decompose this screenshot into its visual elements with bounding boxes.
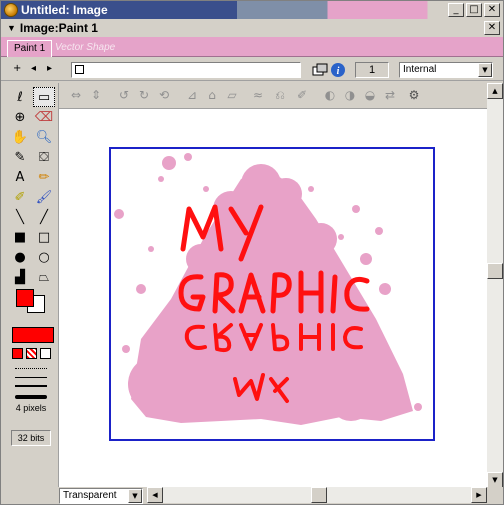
marquee-tool-icon[interactable]: ▭ [33, 87, 55, 107]
document-title: Image:Paint 1 [19, 21, 98, 35]
scroll-down-button[interactable]: ▼ [487, 472, 503, 488]
lighten-icon[interactable]: ◑ [341, 88, 359, 104]
darken-icon[interactable]: ◐ [321, 88, 339, 104]
line-width-1[interactable] [15, 377, 47, 378]
scroll-left-button[interactable]: ◀ [147, 487, 163, 503]
pencil-icon[interactable]: ✏ [33, 167, 55, 187]
invert-icon[interactable]: ◒ [361, 88, 379, 104]
eraser-icon[interactable]: ⌫ [33, 107, 55, 127]
scroll-up-button[interactable]: ▲ [487, 83, 503, 99]
pink-splatter [114, 153, 422, 425]
background-transparency-value: Transparent [63, 490, 117, 501]
rotate-right-icon[interactable]: ↻ [135, 88, 153, 104]
minimize-button[interactable]: _ [448, 3, 464, 17]
eyedropper-icon[interactable]: ✎ [9, 147, 31, 167]
add-cast-member-button[interactable]: + [13, 63, 21, 74]
artwork-bounds[interactable] [109, 147, 435, 441]
title-bar[interactable]: Untitled: Image _ □ ✕ [1, 1, 503, 19]
line-width-label: 4 pixels [15, 403, 47, 413]
tab-row: Paint 1 Vector Shape [1, 37, 503, 57]
filled-ellipse-icon[interactable]: ● [9, 247, 31, 267]
rotate-left-icon[interactable]: ↺ [115, 88, 133, 104]
previous-cast-member-button[interactable]: ◂ [31, 63, 36, 74]
free-rotate-icon[interactable]: ⟲ [155, 88, 173, 104]
fill-pattern-icon[interactable] [26, 348, 37, 359]
scroll-right-button[interactable]: ▶ [471, 487, 487, 503]
flip-horizontal-icon[interactable]: ⇔ [67, 88, 85, 104]
svg-text:i: i [337, 66, 340, 77]
ellipse-icon[interactable]: ○ [33, 247, 55, 267]
graphic-artwork [114, 153, 422, 425]
perspective-icon[interactable]: ⏥ [223, 88, 241, 104]
cast-member-name-field[interactable] [71, 62, 301, 78]
paint-canvas[interactable] [59, 109, 487, 487]
maximize-button[interactable]: □ [466, 3, 482, 17]
polygon-icon[interactable]: ⏢ [33, 267, 55, 287]
horizontal-scrollbar[interactable]: ◀ ▶ [147, 487, 487, 503]
chevron-down-icon: ▼ [478, 63, 492, 77]
cast-member-number[interactable]: 1 [355, 62, 389, 78]
flip-vertical-icon[interactable]: ⇕ [87, 88, 105, 104]
hand-tool-icon[interactable]: ✋ [9, 127, 31, 147]
collapse-arrow-icon[interactable]: ▼ [7, 23, 16, 33]
fill-solid-icon[interactable] [12, 348, 23, 359]
smooth-icon[interactable]: ≈ [249, 88, 267, 104]
cast-toolbar: + ◂ ▸ i 1 Internal ▼ [1, 59, 503, 81]
image-window: Untitled: Image _ □ ✕ ▼ Image:Paint 1 ✕ … [0, 0, 504, 505]
horizontal-scroll-thumb[interactable] [311, 487, 327, 503]
close-button[interactable]: ✕ [484, 3, 500, 17]
cast-member-type-icon [75, 65, 84, 74]
paint-effects-bar: ⇔ ⇕ ↺ ↻ ⟲ ⊿ ⌂ ⏥ ≈ ⎌ ✐ ◐ ◑ ◒ ⇄ ⚙ [59, 83, 487, 109]
paint-tools-panel: ℓ ▭ ⊕ ⌫ ✋ 🔍︎ ✎ ⛋ A ✏ ✐ 🖌︎ ╲ ╱ ■ □ ● ○ ▟ … [1, 83, 59, 488]
chevron-down-icon: ▼ [128, 489, 142, 503]
fill-icon[interactable]: ✐ [293, 88, 311, 104]
tab-vector-shape[interactable]: Vector Shape [49, 40, 121, 57]
ink-select[interactable]: Internal ▼ [399, 62, 493, 78]
registration-point-icon[interactable]: ⊕ [9, 107, 31, 127]
foreground-color-swatch[interactable] [16, 289, 34, 307]
zoom-icon[interactable]: 🔍︎ [33, 127, 55, 147]
document-bar: ▼ Image:Paint 1 ✕ [1, 19, 503, 37]
line-width-2[interactable] [15, 385, 47, 387]
trace-edges-icon[interactable]: ⎌ [271, 88, 289, 104]
ink-select-value: Internal [403, 64, 437, 75]
line-width-none[interactable] [15, 368, 47, 369]
switch-colors-icon[interactable]: ⇄ [381, 88, 399, 104]
brush-icon[interactable]: 🖌︎ [33, 187, 55, 207]
info-icon[interactable]: i [330, 62, 348, 78]
director-app-icon [4, 3, 18, 17]
filled-rectangle-icon[interactable]: ■ [9, 227, 31, 247]
next-cast-member-button[interactable]: ▸ [47, 63, 52, 74]
onion-skin-icon[interactable]: ⚙ [405, 88, 423, 104]
vertical-scrollbar[interactable]: ▲ ▼ [487, 83, 503, 488]
window-title: Untitled: Image [21, 3, 108, 17]
document-close-button[interactable]: ✕ [484, 21, 500, 35]
drag-cast-member-icon[interactable] [311, 62, 329, 78]
bit-depth-indicator: 32 bits [11, 430, 51, 446]
text-tool-icon[interactable]: A [9, 167, 31, 187]
fill-none-icon[interactable] [40, 348, 51, 359]
skew-icon[interactable]: ⊿ [183, 88, 201, 104]
arc-tool-icon[interactable]: ╲ [9, 207, 31, 227]
airbrush-icon[interactable]: ✐ [9, 187, 31, 207]
gradient-color-bar[interactable] [12, 327, 54, 343]
paint-bucket-icon[interactable]: ⛋ [33, 147, 55, 167]
lasso-tool-icon[interactable]: ℓ [9, 87, 31, 107]
bottom-bar: Transparent ▼ ◀ ▶ [1, 487, 503, 504]
warp-icon[interactable]: ⌂ [203, 88, 221, 104]
line-tool-icon[interactable]: ╱ [33, 207, 55, 227]
line-width-other[interactable] [15, 395, 47, 399]
tab-paint[interactable]: Paint 1 [7, 40, 53, 57]
filled-polygon-icon[interactable]: ▟ [9, 267, 31, 287]
vertical-scroll-thumb[interactable] [487, 263, 503, 279]
rectangle-icon[interactable]: □ [33, 227, 55, 247]
background-transparency-select[interactable]: Transparent ▼ [59, 488, 143, 504]
